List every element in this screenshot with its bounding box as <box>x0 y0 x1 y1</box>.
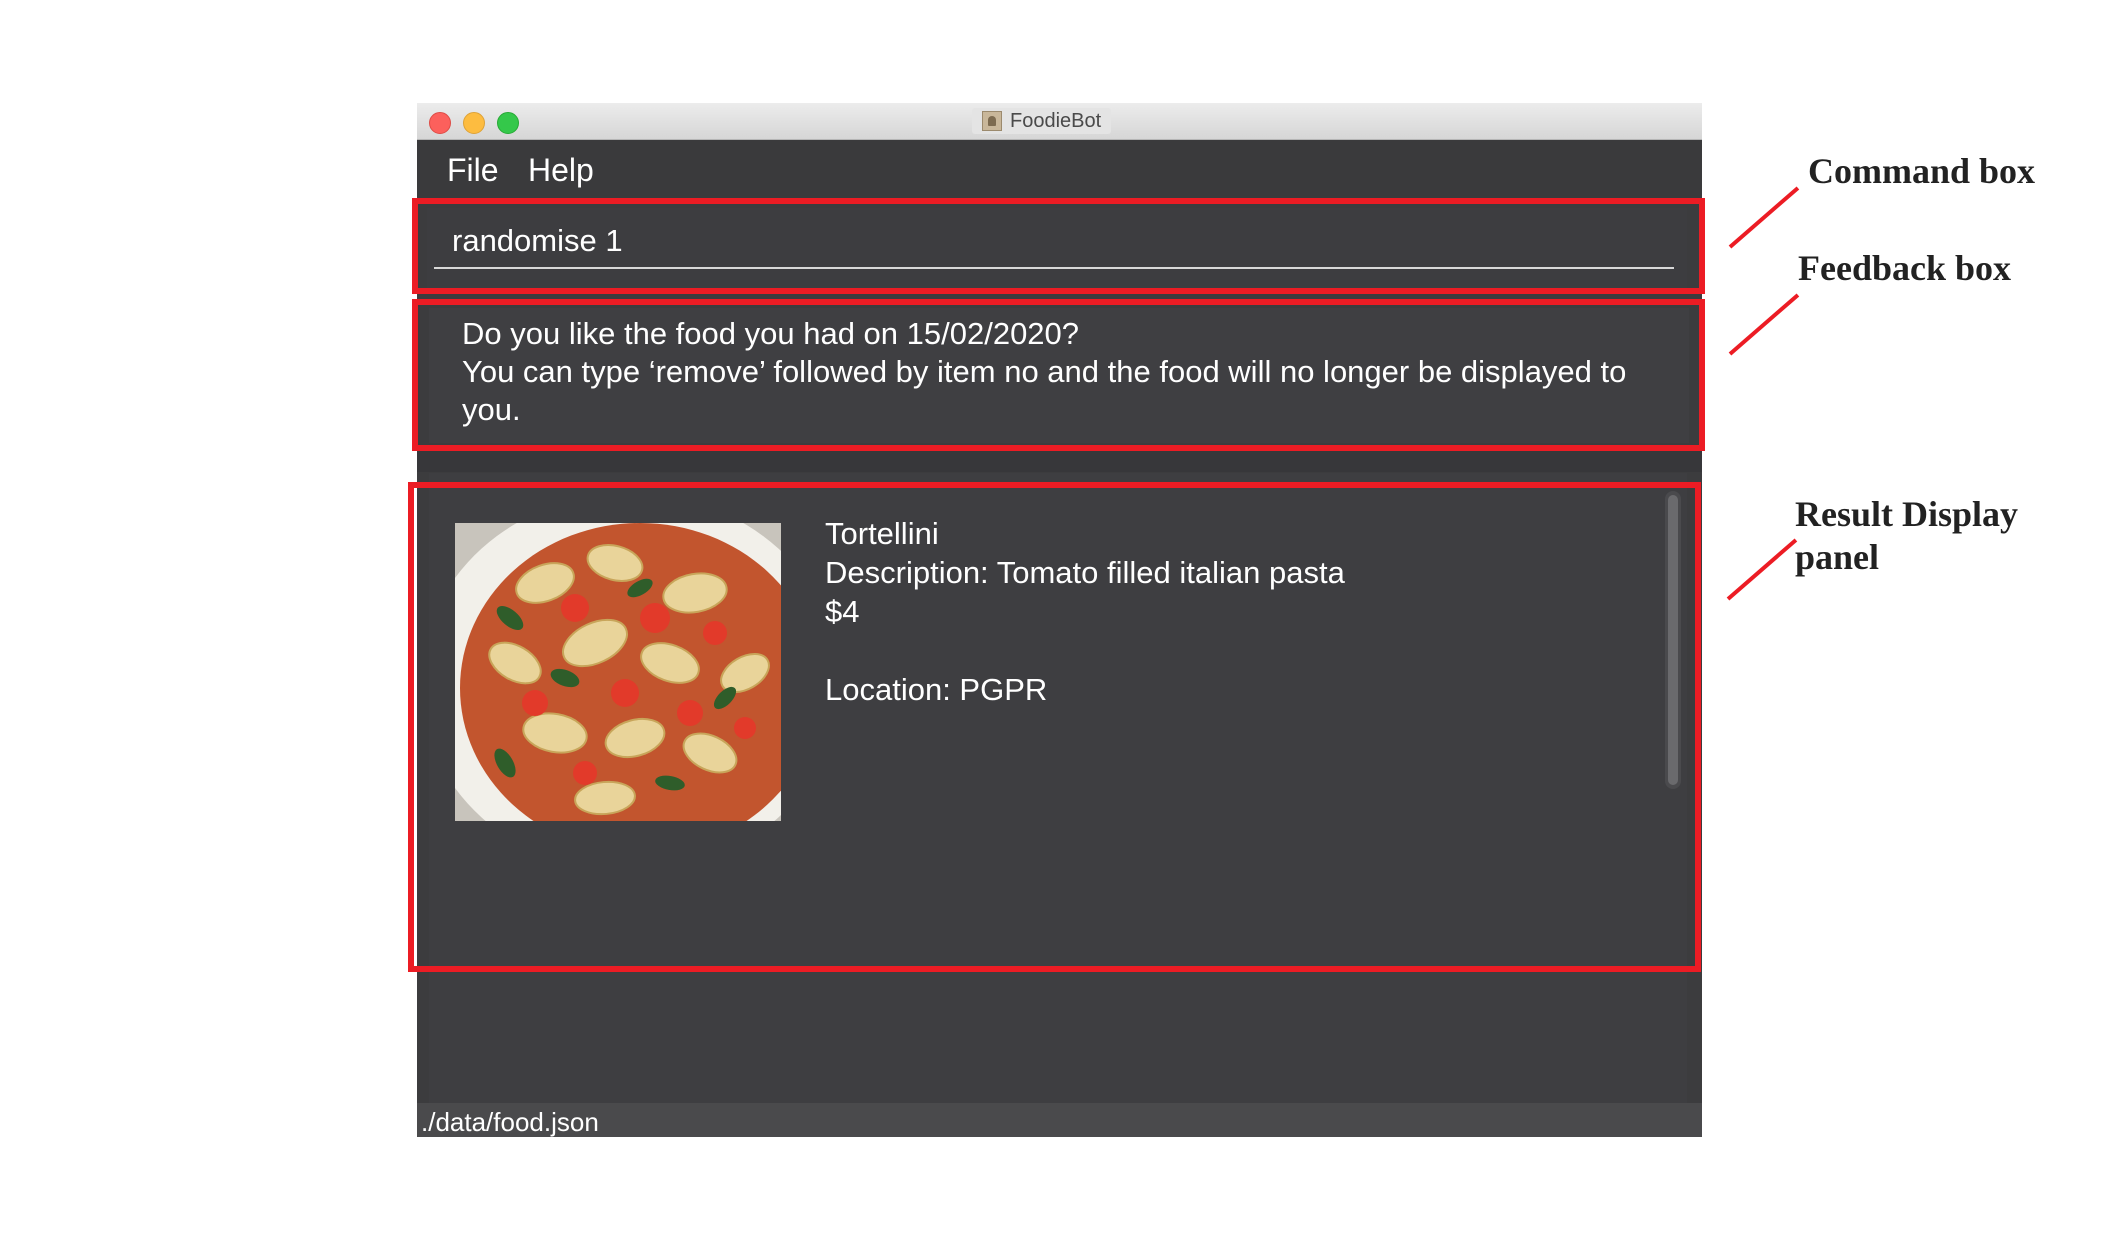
menu-help[interactable]: Help <box>528 152 594 189</box>
panel-divider[interactable] <box>417 448 1702 472</box>
command-box-annotation: Command box <box>1808 151 2036 191</box>
result-display-annotation-line2: panel <box>1795 537 1880 577</box>
command-box-pointer <box>1728 186 1800 249</box>
data-file-path: ./data/food.json <box>421 1107 599 1137</box>
close-window-button[interactable] <box>429 112 451 134</box>
title-bar: FoodieBot <box>417 103 1702 140</box>
menu-bar: File Help <box>417 140 1702 200</box>
result-display-annotation-line1: Result Display <box>1795 494 2019 534</box>
feedback-box-highlight <box>412 299 1705 451</box>
app-icon <box>982 111 1002 131</box>
command-box-highlight <box>412 198 1705 294</box>
menu-file[interactable]: File <box>447 152 499 189</box>
feedback-box-pointer <box>1728 293 1800 356</box>
result-display-highlight <box>408 482 1701 972</box>
window-title: FoodieBot <box>972 108 1112 134</box>
feedback-box-annotation: Feedback box <box>1798 248 2012 288</box>
result-display-pointer <box>1726 538 1798 601</box>
minimize-window-button[interactable] <box>463 112 485 134</box>
status-bar: ./data/food.json <box>417 1103 1702 1137</box>
maximize-window-button[interactable] <box>497 112 519 134</box>
window-title-text: FoodieBot <box>1010 109 1102 132</box>
